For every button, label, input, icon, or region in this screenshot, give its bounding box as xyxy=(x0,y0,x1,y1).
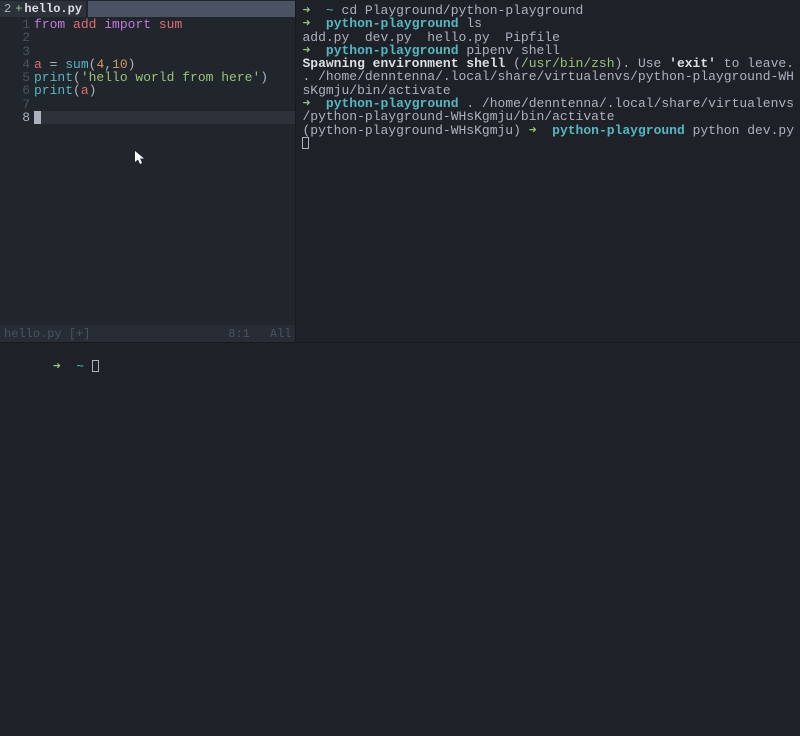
status-cursor-position: 8:1 xyxy=(228,327,250,341)
code-token: ( xyxy=(73,83,81,98)
terminal-prompt-line: ➜ ~ xyxy=(6,347,794,360)
terminal-line xyxy=(302,137,794,150)
terminal-line: add.py dev.py hello.py Pipfile xyxy=(302,31,794,44)
line-number: 2 xyxy=(0,31,30,44)
editor-pane[interactable]: 2+ hello.py 12345678 from add import sum… xyxy=(0,0,296,342)
line-number: 8 xyxy=(0,111,30,124)
upper-split: 2+ hello.py 12345678 from add import sum… xyxy=(0,0,800,342)
code-token: ) xyxy=(260,70,268,85)
prompt-path: ~ xyxy=(76,359,84,374)
app-root: 2+ hello.py 12345678 from add import sum… xyxy=(0,0,800,736)
terminal-line: . /home/denntenna/.local/share/virtualen… xyxy=(302,70,794,83)
terminal-right[interactable]: ➜ ~ cd Playground/python-playground➜ pyt… xyxy=(296,0,800,342)
line-number: 4 xyxy=(0,58,30,71)
code-token: sum xyxy=(159,17,182,32)
code-token: add xyxy=(73,17,104,32)
code-token: 'hello world from here' xyxy=(81,70,260,85)
terminal-line: /python-playground-WHsKgmju/bin/activate xyxy=(302,110,794,123)
code-token: import xyxy=(104,17,159,32)
code-line[interactable] xyxy=(34,98,295,111)
terminal-segment: ➜ xyxy=(529,123,552,138)
tab-bar: 2 + hello.py xyxy=(0,0,295,18)
terminal-bottom[interactable]: ➜ ~ xyxy=(0,342,800,736)
code-token: from xyxy=(34,17,73,32)
line-number: 6 xyxy=(0,84,30,97)
line-number: 3 xyxy=(0,45,30,58)
code-token: print xyxy=(34,83,73,98)
line-number: 1 xyxy=(0,18,30,31)
line-number: 5 xyxy=(0,71,30,84)
terminal-segment: (python-playground-WHsKgmju) xyxy=(302,123,528,138)
prompt-arrow-icon: ➜ xyxy=(53,359,76,374)
code-line[interactable]: from add import sum xyxy=(34,18,295,31)
code-line[interactable] xyxy=(34,31,295,44)
code-token: a xyxy=(81,83,89,98)
editor-tab[interactable]: 2 + hello.py xyxy=(0,1,86,17)
editor-body[interactable]: 12345678 from add import sum a = sum(4,10… xyxy=(0,18,295,325)
terminal-cursor xyxy=(92,360,99,372)
terminal-cursor xyxy=(302,137,309,149)
tab-modified-icon: + xyxy=(15,2,22,16)
terminal-line: (python-playground-WHsKgmju) ➜ python-pl… xyxy=(302,124,794,137)
terminal-line: Spawning environment shell (/usr/bin/zsh… xyxy=(302,57,794,70)
editor-statusline: hello.py [+] 8:1 All xyxy=(0,325,295,342)
code-line[interactable]: print('hello world from here') xyxy=(34,71,295,84)
terminal-segment: python-playground xyxy=(552,123,685,138)
terminal-line: ➜ ~ cd Playground/python-playground xyxy=(302,4,794,17)
terminal-line: ➜ python-playground pipenv shell xyxy=(302,44,794,57)
line-number-gutter: 12345678 xyxy=(0,18,34,325)
tab-buffer-number: 2 xyxy=(4,2,11,16)
status-filename: hello.py [+] xyxy=(4,327,228,341)
code-line[interactable]: print(a) xyxy=(34,84,295,97)
terminal-segment: python dev.py xyxy=(685,123,794,138)
code-token: ) xyxy=(89,83,97,98)
code-line[interactable] xyxy=(34,111,295,124)
terminal-line: ➜ python-playground ls xyxy=(302,17,794,30)
code-line[interactable] xyxy=(34,45,295,58)
code-line[interactable]: a = sum(4,10) xyxy=(34,58,295,71)
status-mode: All xyxy=(270,327,292,341)
tab-filename: hello.py xyxy=(24,2,82,16)
terminal-line: ➜ python-playground . /home/denntenna/.l… xyxy=(302,97,794,110)
line-number: 7 xyxy=(0,98,30,111)
terminal-line: sKgmju/bin/activate xyxy=(302,84,794,97)
tab-bar-spacer xyxy=(88,1,295,17)
editor-cursor xyxy=(34,111,41,124)
code-content[interactable]: from add import suma = sum(4,10)print('h… xyxy=(34,18,295,325)
